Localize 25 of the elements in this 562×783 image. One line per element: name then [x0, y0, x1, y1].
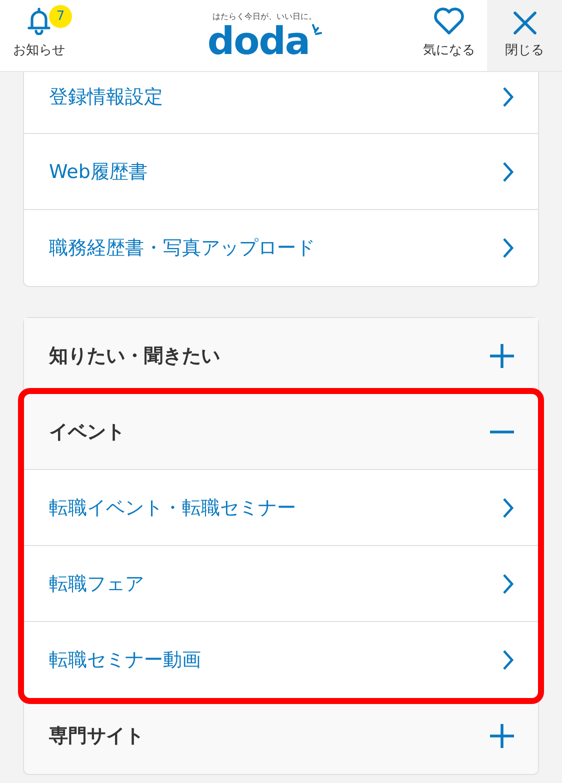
menu-link[interactable]: Web履歴書	[24, 134, 538, 210]
menu-link[interactable]: 転職フェア	[24, 546, 538, 622]
close-icon	[512, 11, 536, 35]
chevron-icon	[502, 496, 514, 518]
accordion-header[interactable]: イベント	[24, 394, 538, 470]
tagline: はたらく今日が、いい日に。	[212, 11, 316, 22]
chevron-icon	[502, 160, 514, 182]
chevron-icon	[502, 86, 514, 108]
menu-link[interactable]: 転職セミナー動画	[24, 622, 538, 698]
menu-link[interactable]: 登録情報設定	[24, 72, 538, 134]
plus-icon	[490, 724, 514, 748]
minus-icon	[490, 430, 514, 434]
menu-link[interactable]: 転職イベント・転職セミナー	[24, 470, 538, 546]
notification-count-badge: 7	[49, 5, 72, 28]
favorites-button[interactable]: 気になる	[411, 0, 487, 71]
chevron-icon	[502, 572, 514, 594]
plus-icon	[490, 344, 514, 368]
chevron-icon	[502, 649, 514, 671]
bell-icon	[27, 7, 51, 35]
notifications-button[interactable]: 7 お知らせ	[0, 0, 78, 71]
close-button[interactable]: 閉じる	[487, 0, 562, 71]
menu-link[interactable]: 職務経歴書・写真アップロード	[24, 210, 538, 286]
heart-icon	[433, 7, 465, 35]
chevron-icon	[502, 237, 514, 259]
logo[interactable]: doda	[207, 22, 310, 60]
